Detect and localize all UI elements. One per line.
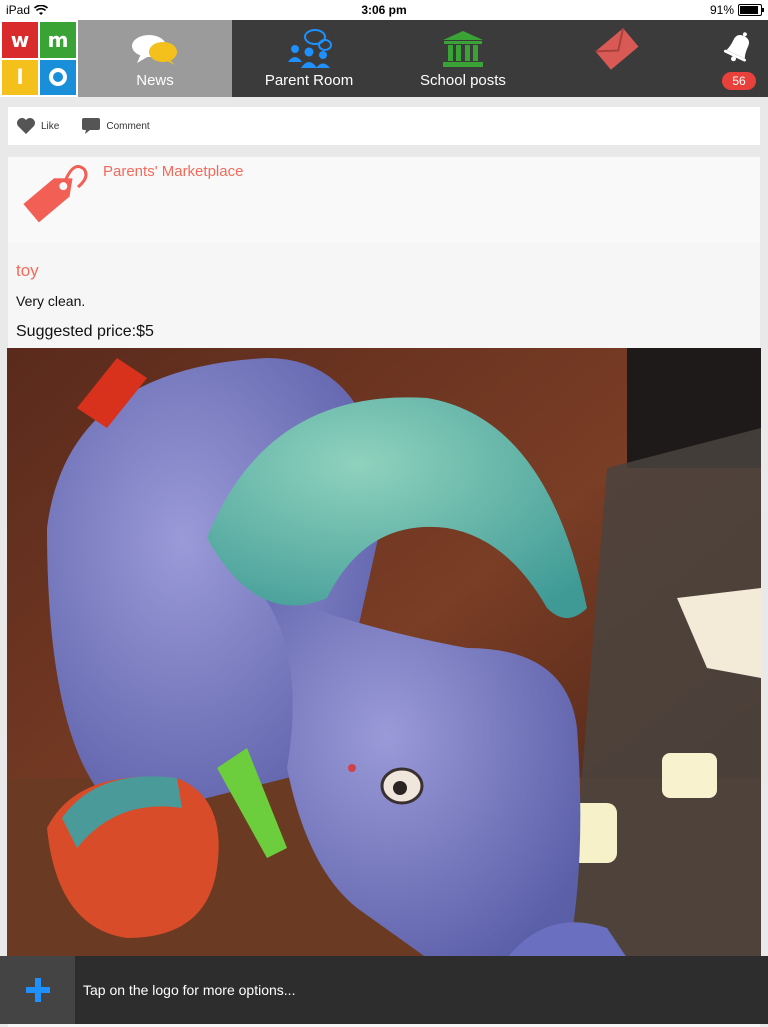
envelope-icon (540, 28, 694, 70)
logo-letter-m: m (40, 22, 76, 58)
status-right: 91% (709, 3, 764, 17)
tab-parent-room[interactable]: Parent Room (232, 20, 386, 97)
clock: 3:06 pm (361, 3, 407, 17)
school-building-icon (386, 28, 540, 70)
logo-letter-o (40, 59, 76, 95)
app-logo[interactable]: w m l (0, 20, 78, 97)
status-bar: iPad 3:06 pm 91% (0, 0, 768, 20)
top-nav: w m l News Parent Room School posts 56 (0, 20, 768, 97)
action-bar: Like Comment (8, 107, 760, 145)
chat-bubbles-icon (78, 28, 232, 70)
tab-parent-room-label: Parent Room (264, 72, 354, 89)
tab-messages[interactable] (540, 20, 694, 97)
battery-percent: 91% (709, 3, 734, 17)
logo-letter-w: w (2, 22, 38, 58)
parents-group-icon (232, 28, 386, 70)
add-button[interactable] (0, 956, 75, 1024)
post-header: Parents' Marketplace (8, 157, 760, 243)
notification-count-badge: 56 (722, 72, 756, 90)
comment-label: Comment (106, 120, 150, 132)
like-button[interactable]: Like (16, 117, 59, 135)
bottom-hint: Tap on the logo for more options... (83, 982, 296, 998)
like-label: Like (41, 120, 60, 132)
speech-bubble-icon (82, 118, 101, 134)
tab-school-posts-label: School posts (420, 72, 506, 89)
battery-icon (738, 4, 764, 16)
post-photo[interactable] (7, 348, 761, 958)
tab-news[interactable]: News (78, 20, 232, 97)
toy-photo-illustration (7, 348, 761, 958)
tab-school-posts[interactable]: School posts (386, 20, 540, 97)
heart-icon (17, 118, 35, 134)
bell-icon (723, 32, 749, 62)
notifications-button[interactable]: 56 (694, 20, 768, 97)
logo-letter-l: l (2, 59, 38, 95)
post-category[interactable]: Parents' Marketplace (103, 163, 243, 180)
plus-icon (25, 978, 50, 1002)
post-title: toy (16, 261, 39, 280)
post-description: Very clean. (16, 293, 86, 309)
price-tag-icon (23, 165, 88, 223)
comment-button[interactable]: Comment (81, 117, 150, 135)
post-price: Suggested price:$5 (16, 323, 154, 340)
tab-news-label: News (136, 72, 174, 89)
bottom-bar: Tap on the logo for more options... (0, 956, 768, 1024)
